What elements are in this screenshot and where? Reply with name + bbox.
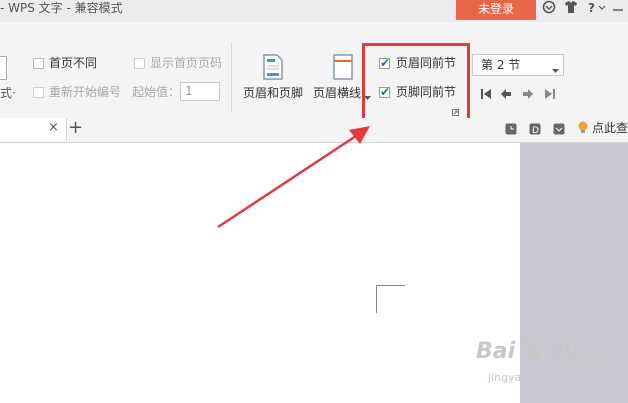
help-icon[interactable]: ? — [588, 0, 595, 16]
first-section-icon[interactable] — [480, 88, 492, 103]
partial-document-icon — [0, 56, 7, 80]
diff-first-page-label: 首页不同 — [49, 56, 98, 70]
tip-link[interactable]: 点此查 — [592, 121, 628, 135]
diff-first-page-checkbox[interactable] — [33, 58, 44, 69]
add-tab-icon[interactable]: + — [68, 118, 83, 138]
header-line-button[interactable]: 页眉横线 — [313, 86, 361, 100]
restart-numbering-label: 重新开始编号 — [49, 85, 122, 99]
show-first-page-number-checkbox[interactable] — [134, 58, 145, 69]
header-footer-button[interactable]: 页眉和页脚 — [243, 86, 303, 100]
section-select[interactable]: 第 2 节 — [472, 54, 564, 76]
watermark-url: jingyan.baidu.com — [488, 371, 590, 384]
show-first-page-number-label: 显示首页页码 — [150, 56, 223, 70]
header-footer-icon[interactable] — [262, 54, 284, 83]
start-value-input[interactable]: 1 — [180, 82, 220, 101]
lightbulb-icon[interactable] — [577, 121, 589, 138]
section-select-value: 第 2 节 — [481, 58, 521, 72]
watermark-suffix: 经验 — [572, 346, 608, 367]
partial-label[interactable]: 式· — [0, 86, 16, 100]
last-section-icon[interactable] — [544, 88, 556, 103]
ribbon-separator — [231, 42, 232, 112]
close-tab-icon[interactable]: × — [48, 121, 59, 135]
chevron-down-icon[interactable] — [598, 0, 606, 18]
start-value-label: 起始值： — [132, 85, 181, 99]
skin-icon[interactable] — [542, 0, 556, 18]
watermark-brand: Bai — [476, 339, 516, 364]
margin-corner-mark — [376, 285, 405, 313]
clock-icon[interactable] — [505, 123, 517, 138]
download-icon[interactable] — [553, 123, 565, 138]
login-button[interactable]: 未登录 — [456, 0, 536, 20]
header-line-icon[interactable] — [332, 54, 354, 83]
paw-icon — [517, 333, 547, 366]
svg-text:D: D — [532, 126, 539, 135]
previous-section-icon[interactable] — [500, 88, 512, 103]
shirt-icon[interactable] — [564, 0, 578, 18]
annotation-arrow — [217, 126, 370, 229]
highlight-box — [362, 43, 470, 123]
restart-numbering-checkbox[interactable] — [33, 87, 44, 98]
next-section-icon[interactable] — [522, 88, 534, 103]
minimize-icon[interactable] — [612, 0, 624, 18]
window-title: - WPS 文字 - 兼容模式 — [0, 1, 123, 15]
section-select-chevron-icon[interactable] — [552, 63, 559, 77]
document-d-icon[interactable]: D — [529, 123, 541, 138]
